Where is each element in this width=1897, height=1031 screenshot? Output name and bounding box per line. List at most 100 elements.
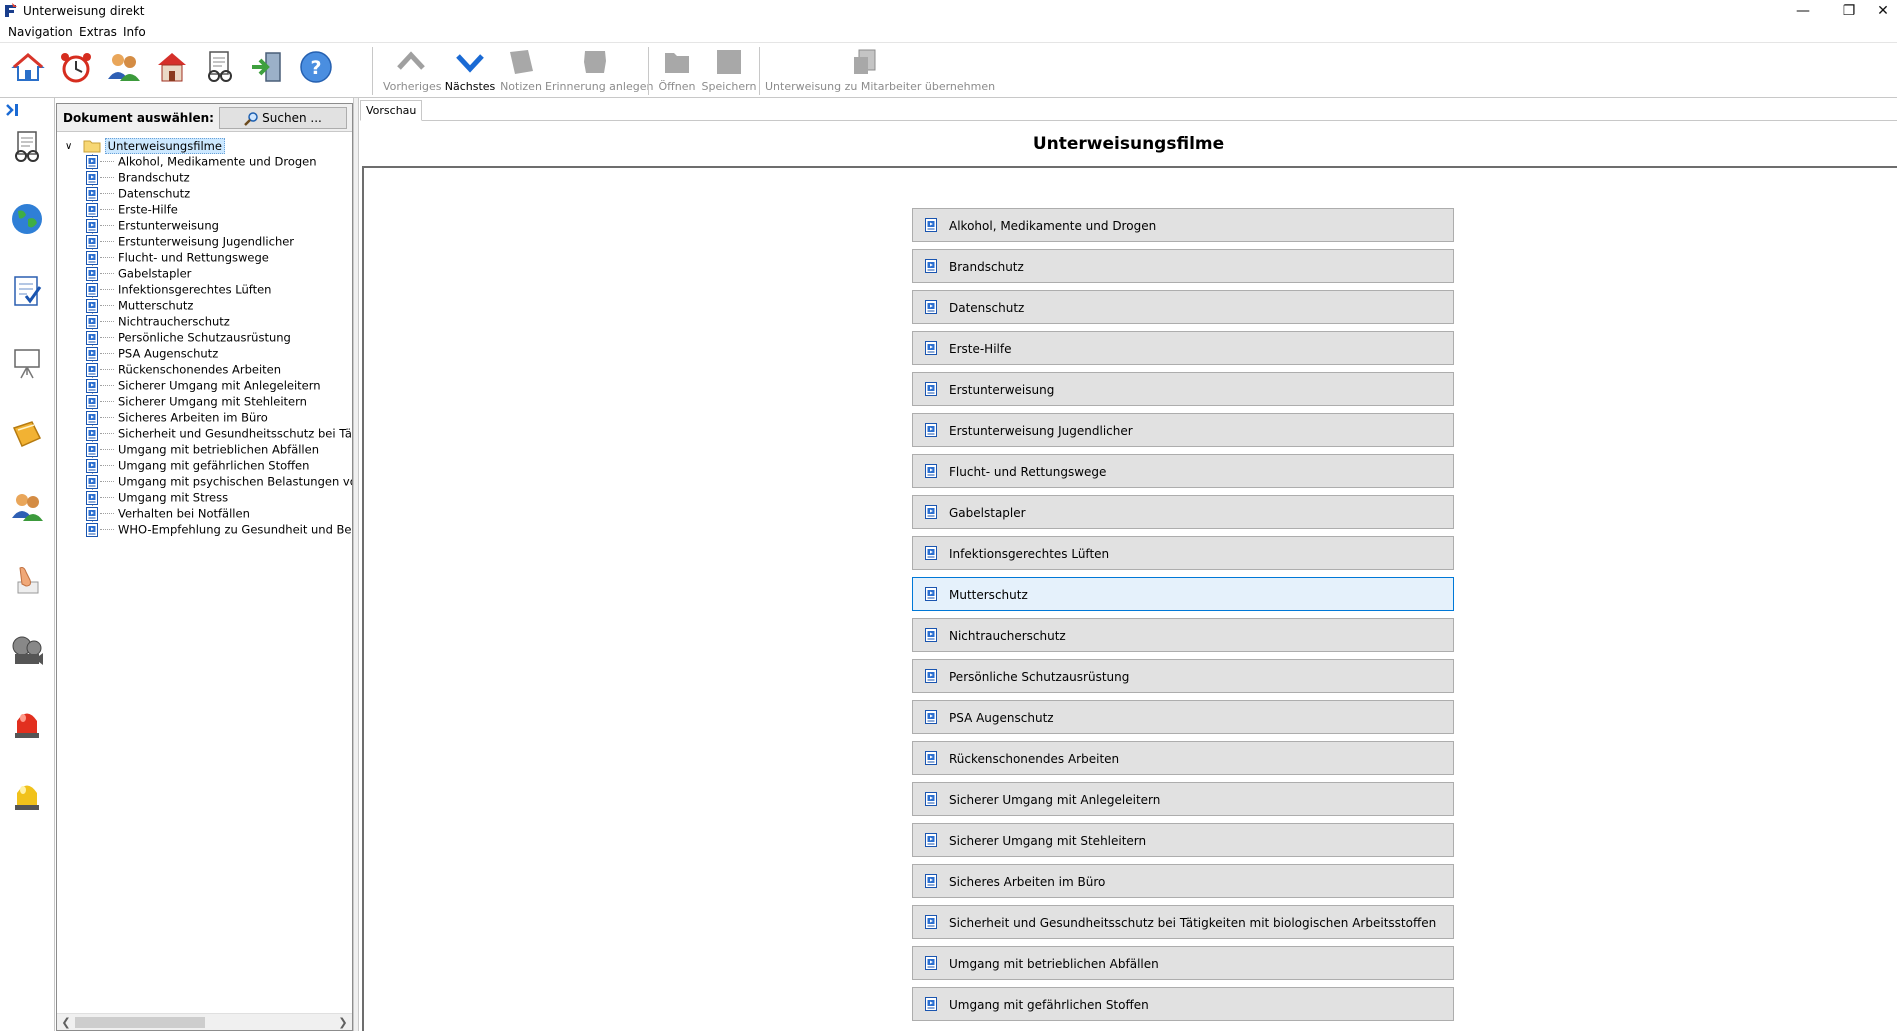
- tree-item[interactable]: Sicherer Umgang mit Anlegeleitern: [86, 378, 321, 394]
- document-icon: [925, 833, 937, 847]
- document-tree: ∨ Unterweisungsfilme Alkohol, Medikament…: [57, 136, 352, 1016]
- documents-search-icon[interactable]: [202, 49, 238, 85]
- save-button[interactable]: Speichern: [699, 45, 759, 97]
- film-button[interactable]: Umgang mit gefährlichen Stoffen: [912, 987, 1454, 1021]
- film-button[interactable]: Infektionsgerechtes Lüften: [912, 536, 1454, 570]
- documents-search-icon[interactable]: [10, 130, 44, 164]
- presentation-icon[interactable]: [10, 346, 44, 380]
- collapse-icon[interactable]: [4, 102, 20, 118]
- transfer-to-employee-button[interactable]: Unterweisung zu Mitarbeiter übernehmen: [765, 45, 995, 97]
- film-button-label: Sicherer Umgang mit Stehleitern: [949, 834, 1147, 848]
- film-button[interactable]: Persönliche Schutzausrüstung: [912, 659, 1454, 693]
- film-button-label: Sicherheit und Gesundheitsschutz bei Tät…: [949, 916, 1437, 930]
- restore-button[interactable]: ❐: [1826, 0, 1872, 22]
- menu-info[interactable]: Info: [123, 25, 146, 39]
- checklist-icon[interactable]: [10, 274, 44, 308]
- menu-navigation[interactable]: Navigation: [8, 25, 73, 39]
- tree-item[interactable]: Umgang mit Stress: [86, 490, 228, 506]
- close-button[interactable]: ✕: [1869, 0, 1897, 22]
- film-button[interactable]: Flucht- und Rettungswege: [912, 454, 1454, 488]
- film-button[interactable]: Brandschutz: [912, 249, 1454, 283]
- film-button[interactable]: Rückenschonendes Arbeiten: [912, 741, 1454, 775]
- notes-button[interactable]: Notizen: [497, 45, 545, 97]
- film-button[interactable]: Sicherer Umgang mit Anlegeleitern: [912, 782, 1454, 816]
- tab-strip: Vorschau: [360, 99, 1897, 121]
- tree-item[interactable]: Persönliche Schutzausrüstung: [86, 330, 291, 346]
- next-button[interactable]: Nächstes: [441, 45, 499, 97]
- scroll-left-arrow-icon[interactable]: ❮: [58, 1015, 74, 1030]
- scrollbar-thumb[interactable]: [75, 1017, 205, 1028]
- document-icon: [86, 490, 98, 505]
- tree-item[interactable]: Rückenschonendes Arbeiten: [86, 362, 281, 378]
- film-button[interactable]: Datenschutz: [912, 290, 1454, 324]
- house-icon[interactable]: [154, 49, 190, 85]
- help-icon[interactable]: ?: [298, 49, 334, 85]
- tree-item[interactable]: Nichtraucherschutz: [86, 314, 230, 330]
- film-button[interactable]: Umgang mit betrieblichen Abfällen: [912, 946, 1454, 980]
- globe-icon[interactable]: [10, 202, 44, 236]
- chevron-up-icon: [397, 51, 425, 70]
- tree-item[interactable]: WHO-Empfehlung zu Gesundheit und Bewegu: [86, 522, 352, 538]
- tree-item[interactable]: Mutterschutz: [86, 298, 193, 314]
- tree-item[interactable]: Datenschutz: [86, 186, 190, 202]
- yellow-alarm-light-icon[interactable]: [10, 778, 44, 812]
- tree-item[interactable]: Erstunterweisung: [86, 218, 219, 234]
- film-button[interactable]: Sicherer Umgang mit Stehleitern: [912, 823, 1454, 857]
- horizontal-scrollbar[interactable]: ❮ ❯: [57, 1013, 352, 1030]
- tab-preview[interactable]: Vorschau: [360, 100, 423, 121]
- film-button[interactable]: PSA Augenschutz: [912, 700, 1454, 734]
- tree-item[interactable]: Infektionsgerechtes Lüften: [86, 282, 271, 298]
- film-reel-icon[interactable]: [10, 634, 44, 668]
- red-alarm-light-icon[interactable]: [10, 706, 44, 740]
- tree-item-label: Erstunterweisung Jugendlicher: [118, 234, 295, 249]
- alarm-clock-icon[interactable]: [58, 49, 94, 85]
- chevron-down-icon[interactable]: ∨: [65, 141, 77, 152]
- panel-splitter[interactable]: [353, 98, 359, 1031]
- tree-item[interactable]: Verhalten bei Notfällen: [86, 506, 250, 522]
- open-button[interactable]: Öffnen: [651, 45, 703, 97]
- tree-item[interactable]: Brandschutz: [86, 170, 190, 186]
- film-button-label: Datenschutz: [949, 301, 1025, 315]
- scroll-right-arrow-icon[interactable]: ❯: [335, 1015, 351, 1030]
- document-icon: [925, 218, 937, 232]
- search-button[interactable]: Suchen ...: [219, 107, 347, 129]
- home-icon[interactable]: [10, 49, 46, 85]
- reminder-button[interactable]: Erinnerung anlegen: [545, 45, 653, 97]
- film-button[interactable]: Erstunterweisung: [912, 372, 1454, 406]
- tree-item[interactable]: Erstunterweisung Jugendlicher: [86, 234, 295, 250]
- tree-item[interactable]: Erste-Hilfe: [86, 202, 178, 218]
- tree-item[interactable]: Gabelstapler: [86, 266, 191, 282]
- tree-item[interactable]: Sicherheit und Gesundheitsschutz bei Tät…: [86, 426, 352, 442]
- tree-item-label: Umgang mit gefährlichen Stoffen: [118, 458, 310, 473]
- title-bar: Unterweisung direkt — ❐ ✕: [0, 0, 1897, 22]
- book-icon[interactable]: [10, 418, 44, 452]
- tree-root-label: Unterweisungsfilme: [104, 138, 225, 154]
- tree-item[interactable]: Flucht- und Rettungswege: [86, 250, 269, 266]
- film-button[interactable]: Gabelstapler: [912, 495, 1454, 529]
- document-icon: [86, 234, 98, 249]
- film-button[interactable]: Erstunterweisung Jugendlicher: [912, 413, 1454, 447]
- users-icon[interactable]: [10, 490, 44, 524]
- tree-item[interactable]: Umgang mit gefährlichen Stoffen: [86, 458, 310, 474]
- film-button[interactable]: Sicherheit und Gesundheitsschutz bei Tät…: [912, 905, 1454, 939]
- film-button[interactable]: Sicheres Arbeiten im Büro: [912, 864, 1454, 898]
- film-button[interactable]: Nichtraucherschutz: [912, 618, 1454, 652]
- film-button[interactable]: Erste-Hilfe: [912, 331, 1454, 365]
- film-button[interactable]: Alkohol, Medikamente und Drogen: [912, 208, 1454, 242]
- tree-item[interactable]: Umgang mit betrieblichen Abfällen: [86, 442, 319, 458]
- film-button[interactable]: Mutterschutz: [912, 577, 1454, 611]
- tree-item[interactable]: PSA Augenschutz: [86, 346, 218, 362]
- tree-item[interactable]: Alkohol, Medikamente und Drogen: [86, 154, 317, 170]
- exit-icon[interactable]: [250, 49, 286, 85]
- tree-item[interactable]: Sicheres Arbeiten im Büro: [86, 410, 268, 426]
- hand-icon[interactable]: [10, 562, 44, 596]
- tree-item[interactable]: Sicherer Umgang mit Stehleitern: [86, 394, 307, 410]
- menu-extras[interactable]: Extras: [79, 25, 117, 39]
- document-icon: [925, 915, 937, 929]
- minimize-button[interactable]: —: [1780, 0, 1826, 22]
- users-icon[interactable]: [106, 49, 142, 85]
- menu-bar: Navigation Extras Info: [0, 22, 1897, 43]
- previous-button[interactable]: Vorheriges: [383, 45, 442, 97]
- tree-item[interactable]: Umgang mit psychischen Belastungen von B…: [86, 474, 352, 490]
- tree-root-node[interactable]: ∨ Unterweisungsfilme: [65, 138, 225, 154]
